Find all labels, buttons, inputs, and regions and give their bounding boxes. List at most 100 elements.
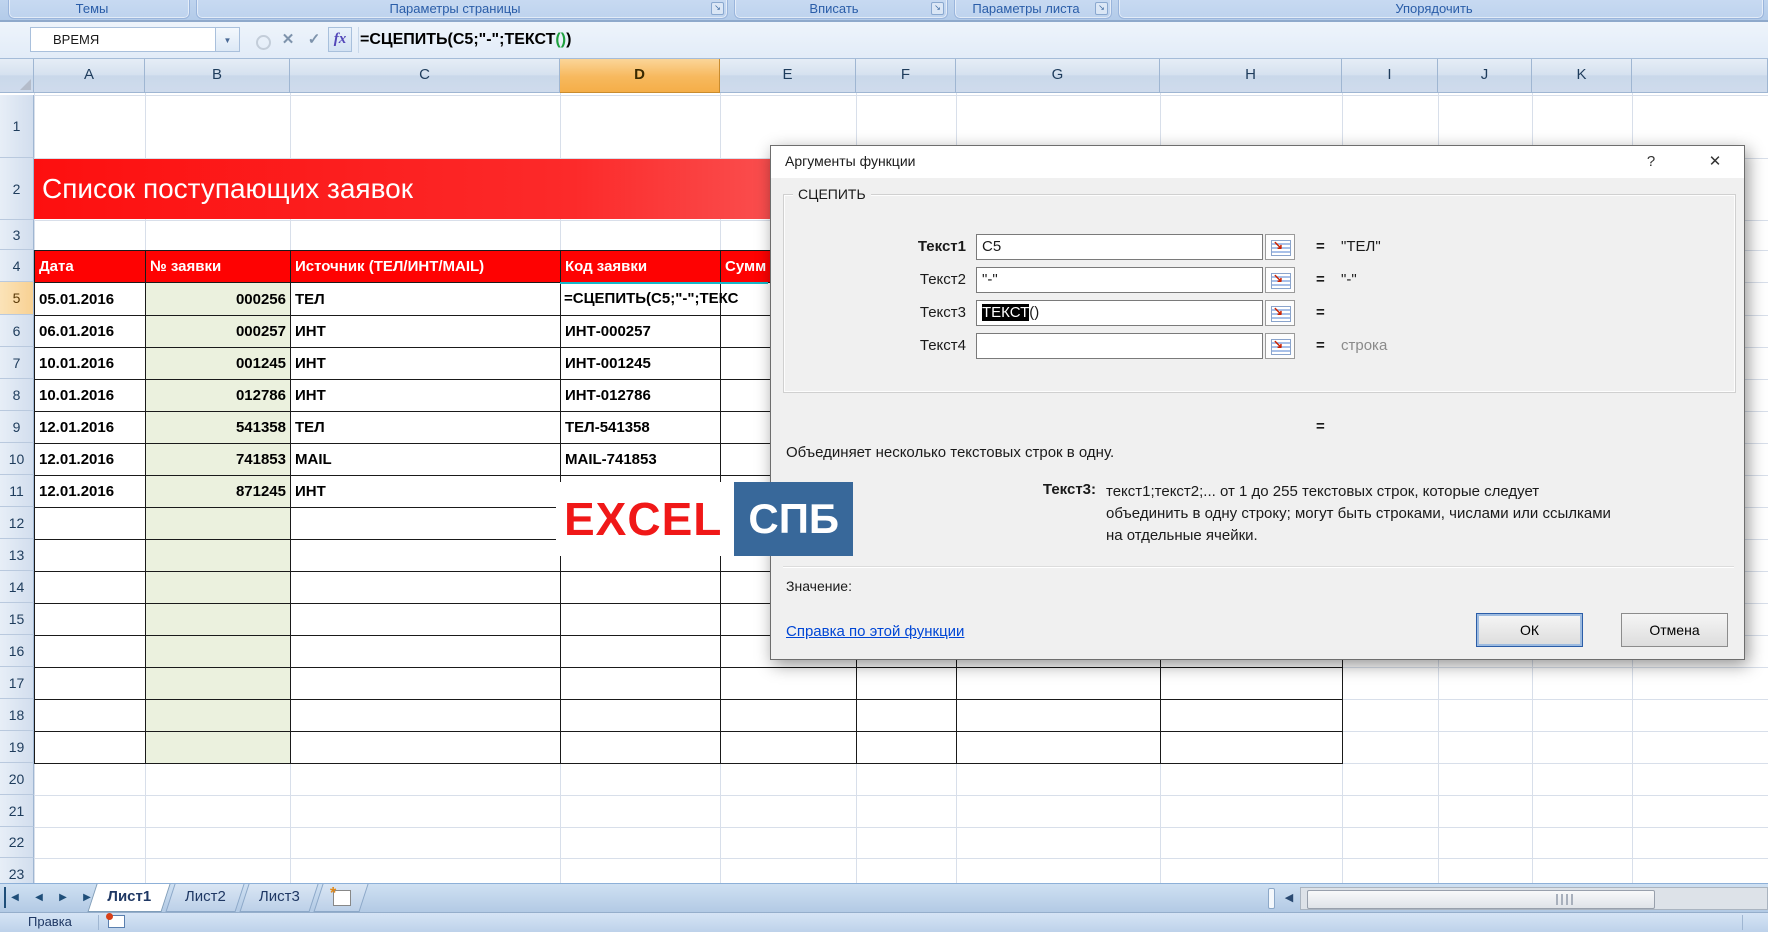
cell-A4[interactable]: Дата	[34, 250, 146, 283]
cell-B4[interactable]: № заявки	[145, 250, 291, 283]
cell-C19[interactable]	[290, 731, 561, 764]
cell-B16[interactable]	[145, 635, 291, 668]
first-sheet-icon[interactable]: ◀	[4, 887, 24, 908]
dialog-launcher-icon[interactable]: ↘	[1095, 2, 1108, 15]
cell-G19[interactable]	[956, 731, 1161, 764]
insert-sheet-tab[interactable]	[313, 884, 368, 912]
dialog-launcher-icon[interactable]: ↘	[931, 2, 944, 15]
row-header-19[interactable]: 19	[0, 731, 34, 763]
function-help-link[interactable]: Справка по этой функции	[786, 623, 964, 640]
cell-C10[interactable]: MAIL	[290, 443, 561, 476]
range-selector-button[interactable]	[1265, 300, 1295, 326]
cell-F19[interactable]	[856, 731, 957, 764]
cell-D19[interactable]	[560, 731, 721, 764]
field-input-Текст4[interactable]	[976, 333, 1263, 359]
cell-C18[interactable]	[290, 699, 561, 732]
cell-C4[interactable]: Источник (ТЕЛ/ИНТ/MAIL)	[290, 250, 561, 283]
cell-B10[interactable]: 741853	[145, 443, 291, 476]
cell-C11[interactable]: ИНТ	[290, 475, 561, 508]
cell-H18[interactable]	[1160, 699, 1343, 732]
cell-A10[interactable]: 12.01.2016	[34, 443, 146, 476]
select-all-corner[interactable]	[0, 58, 34, 93]
column-header-F[interactable]: F	[856, 58, 956, 93]
column-header-A[interactable]: A	[34, 58, 145, 93]
cell-B5[interactable]: 000256	[145, 282, 291, 316]
cell-H17[interactable]	[1160, 667, 1343, 700]
cell-B12[interactable]	[145, 507, 291, 540]
dialog-launcher-icon[interactable]: ↘	[711, 2, 724, 15]
row-header-22[interactable]: 22	[0, 827, 34, 858]
next-sheet-icon[interactable]: ▶	[54, 887, 72, 908]
cell-C15[interactable]	[290, 603, 561, 636]
row-header-3[interactable]: 3	[0, 220, 34, 250]
cell-A12[interactable]	[34, 507, 146, 540]
range-selector-button[interactable]	[1265, 267, 1295, 293]
cell-E19[interactable]	[720, 731, 857, 764]
enter-formula-icon[interactable]: ✓	[302, 29, 326, 51]
cell-B14[interactable]	[145, 571, 291, 604]
column-header-B[interactable]: B	[145, 58, 290, 93]
row-header-15[interactable]: 15	[0, 603, 34, 635]
field-input-Текст3[interactable]: ТЕКСТ()	[976, 300, 1263, 326]
cell-B8[interactable]: 012786	[145, 379, 291, 412]
cell-E17[interactable]	[720, 667, 857, 700]
scrollbar-thumb[interactable]	[1307, 890, 1655, 909]
horizontal-scrollbar[interactable]	[1300, 887, 1768, 910]
column-header-G[interactable]: G	[956, 58, 1160, 93]
row-header-20[interactable]: 20	[0, 763, 34, 795]
cell-A11[interactable]: 12.01.2016	[34, 475, 146, 508]
name-box-dropdown[interactable]: ▼	[216, 27, 240, 52]
cell-A5[interactable]: 05.01.2016	[34, 282, 146, 316]
cell-B13[interactable]	[145, 539, 291, 572]
column-header-D[interactable]: D	[560, 58, 720, 93]
cancel-formula-icon[interactable]: ✕	[276, 29, 300, 51]
cell-A18[interactable]	[34, 699, 146, 732]
row-header-16[interactable]: 16	[0, 635, 34, 667]
cell-D16[interactable]	[560, 635, 721, 668]
row-header-6[interactable]: 6	[0, 315, 34, 347]
cell-C14[interactable]	[290, 571, 561, 604]
row-header-21[interactable]: 21	[0, 795, 34, 827]
field-input-Текст1[interactable]: C5	[976, 234, 1263, 260]
cell-B18[interactable]	[145, 699, 291, 732]
cell-A8[interactable]: 10.01.2016	[34, 379, 146, 412]
column-header-I[interactable]: I	[1342, 58, 1438, 93]
cell-C6[interactable]: ИНТ	[290, 315, 561, 348]
scroll-left-icon[interactable]: ◀	[1280, 887, 1298, 910]
cell-D15[interactable]	[560, 603, 721, 636]
range-selector-button[interactable]	[1265, 333, 1295, 359]
formula-input[interactable]: =СЦЕПИТЬ(C5;"-";ТЕКСТ())	[360, 22, 571, 58]
cell-C17[interactable]	[290, 667, 561, 700]
row-header-12[interactable]: 12	[0, 507, 34, 539]
cell-B9[interactable]: 541358	[145, 411, 291, 444]
field-input-Текст2[interactable]: "-"	[976, 267, 1263, 293]
cell-D8[interactable]: ИНТ-012786	[560, 379, 721, 412]
cell-B6[interactable]: 000257	[145, 315, 291, 348]
row-header-4[interactable]: 4	[0, 250, 34, 282]
cell-D9[interactable]: ТЕЛ-541358	[560, 411, 721, 444]
cell-A17[interactable]	[34, 667, 146, 700]
cell-A7[interactable]: 10.01.2016	[34, 347, 146, 380]
cell-C9[interactable]: ТЕЛ	[290, 411, 561, 444]
cell-C13[interactable]	[290, 539, 561, 572]
cell-A13[interactable]	[34, 539, 146, 572]
column-header-H[interactable]: H	[1160, 58, 1342, 93]
cell-E18[interactable]	[720, 699, 857, 732]
row-header-14[interactable]: 14	[0, 571, 34, 603]
cell-B11[interactable]: 871245	[145, 475, 291, 508]
cell-B15[interactable]	[145, 603, 291, 636]
cell-D14[interactable]	[560, 571, 721, 604]
row-header-1[interactable]: 1	[0, 95, 34, 158]
cancel-button[interactable]: Отмена	[1621, 613, 1728, 647]
cell-B17[interactable]	[145, 667, 291, 700]
row-header-2[interactable]: 2	[0, 158, 34, 220]
name-box[interactable]: ВРЕМЯ	[30, 27, 216, 52]
cell-D5-formula-edit[interactable]: =СЦЕПИТЬ(C5;"-";ТЕКС	[564, 283, 738, 314]
cell-D10[interactable]: MAIL-741853	[560, 443, 721, 476]
ok-button[interactable]: ОК	[1476, 613, 1583, 647]
cell-A19[interactable]	[34, 731, 146, 764]
cell-A15[interactable]	[34, 603, 146, 636]
cell-D17[interactable]	[560, 667, 721, 700]
column-header-K[interactable]: K	[1532, 58, 1632, 93]
row-header-17[interactable]: 17	[0, 667, 34, 699]
